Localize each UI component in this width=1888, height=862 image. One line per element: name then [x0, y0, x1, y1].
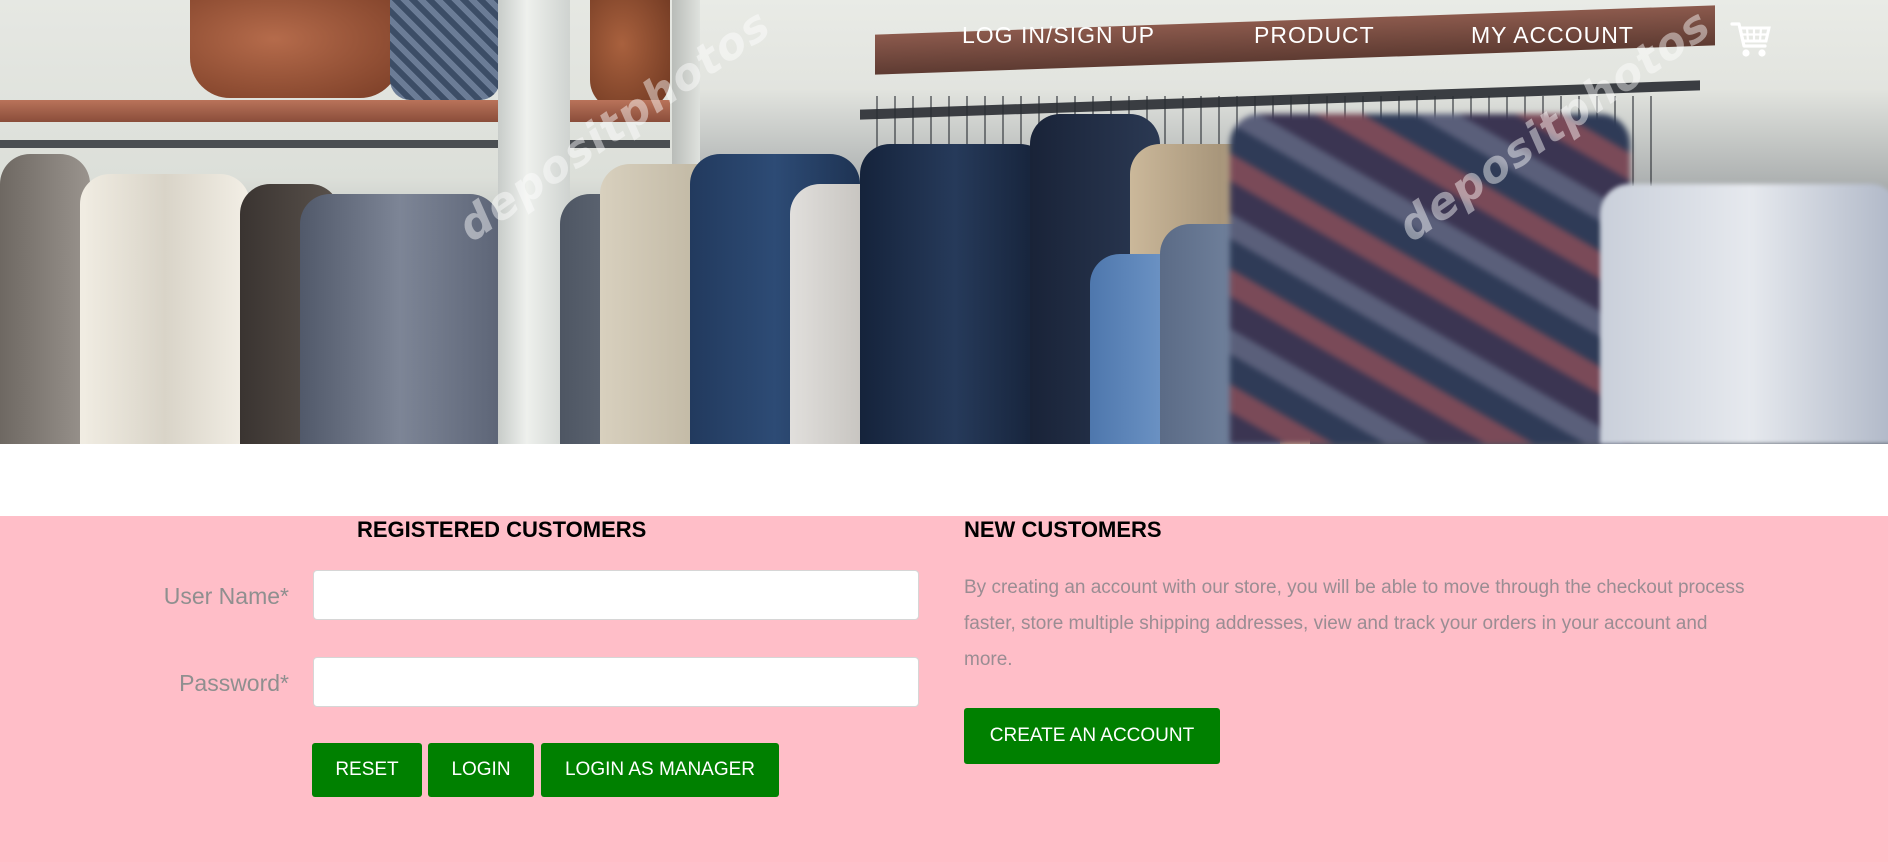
username-label: User Name*	[163, 583, 289, 609]
shopping-cart-icon[interactable]	[1730, 18, 1772, 60]
registered-customers-heading: REGISTERED CUSTOMERS	[357, 517, 647, 542]
reset-button[interactable]: RESET	[312, 743, 422, 797]
hero-garment	[1230, 114, 1630, 444]
nav-my-account-link[interactable]: MY ACCOUNT	[1471, 22, 1634, 49]
hero-garment	[80, 174, 250, 444]
top-navigation: LOG IN/SIGN UP PRODUCT MY ACCOUNT	[0, 22, 1888, 62]
hero-garment	[860, 144, 1050, 444]
password-label: Password*	[179, 670, 289, 696]
new-customers-heading: NEW CUSTOMERS	[964, 517, 1162, 542]
username-input[interactable]	[313, 570, 919, 620]
password-input[interactable]	[313, 657, 919, 707]
login-button[interactable]: LOGIN	[428, 743, 534, 797]
nav-login-signup-link[interactable]: LOG IN/SIGN UP	[962, 22, 1155, 49]
login-as-manager-button[interactable]: LOGIN AS MANAGER	[541, 743, 779, 797]
create-account-button[interactable]: CREATE AN ACCOUNT	[964, 708, 1220, 764]
hero-banner-image: depositphotos depositphotos	[0, 0, 1888, 444]
hero-garment	[1600, 184, 1888, 444]
new-customers-description: By creating an account with our store, y…	[964, 577, 1745, 670]
hero-garment	[0, 154, 90, 444]
nav-product-link[interactable]: PRODUCT	[1254, 22, 1375, 49]
section-spacer	[0, 444, 1888, 516]
